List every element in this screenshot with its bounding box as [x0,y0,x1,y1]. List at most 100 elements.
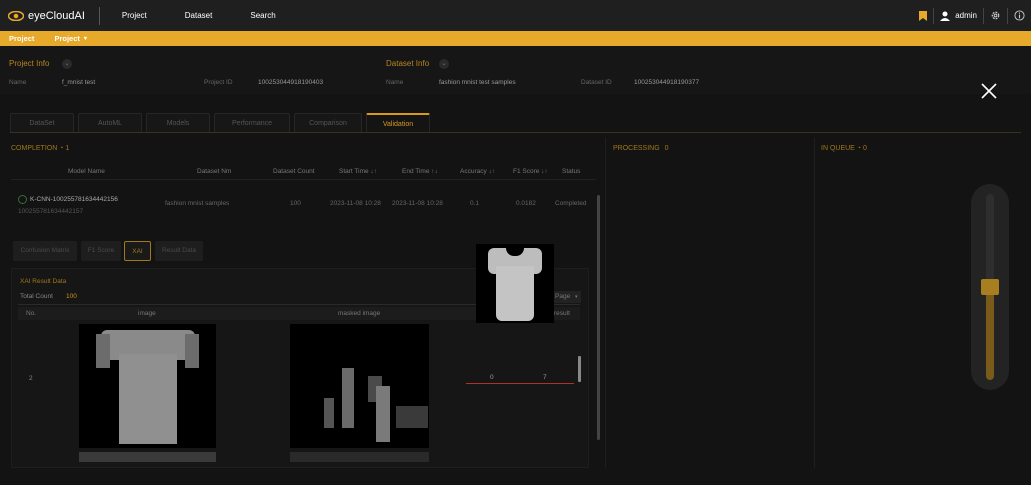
col-masked-image: masked image [338,310,381,317]
dataset-name-label: Name [386,79,404,86]
user-icon [940,11,951,21]
shirt-shape [496,266,534,321]
image-preview-popup [476,244,554,323]
col-f1-score[interactable]: F1 Score ↓↑ [513,168,548,175]
col-accuracy[interactable]: Accuracy ↓↑ [460,168,495,175]
tab-validation[interactable]: Validation [366,113,430,133]
tab-comparison[interactable]: Comparison [294,113,362,133]
app-name: eyeCloudAI [28,9,85,22]
subtab-confusion-matrix[interactable]: Confusion Matrix [13,241,77,261]
accuracy-cell: 0.1 [470,200,480,207]
f1-score-cell: 0.0182 [516,200,536,207]
divider [983,7,984,24]
mask-fragment [342,368,354,428]
breadcrumb-root[interactable]: Project [9,34,34,43]
nav-project[interactable]: Project [122,11,147,20]
completion-header: COMPLETION ◔ 1 [11,145,69,152]
start-time-cell: 2023-11-08 10:28 [330,200,381,207]
tab-performance[interactable]: Performance [214,113,290,133]
processing-label: PROCESSING [613,145,660,152]
gear-icon[interactable] [990,10,1001,21]
main-nav: Project Dataset Search [122,11,314,20]
user-name: admin [955,11,977,20]
app-logo[interactable]: eyeCloudAI [8,10,85,22]
scrollbar[interactable] [597,195,600,440]
col-no: No. [26,310,37,317]
nav-dataset[interactable]: Dataset [185,11,213,20]
dataset-id: 100253044918190377 [634,79,700,86]
subtab-xai[interactable]: XAI [124,241,151,261]
slider-fill [986,287,994,380]
col-status: Status [562,168,581,175]
col-model-name: Model Name [68,168,105,175]
shirt-shape [96,334,110,368]
mask-fragment [324,398,334,428]
end-time-cell: 2023-11-08 10:28 [392,200,443,207]
masked-image-next [290,452,429,462]
user-menu[interactable]: admin [940,11,977,21]
divider [11,179,596,180]
chevron-down-icon[interactable]: ⌄ [62,59,72,69]
mask-fragment [396,406,428,428]
tab-automl[interactable]: AutoML [78,113,142,133]
dataset-name-cell: fashion mnist samples [165,200,230,207]
chevron-down-icon[interactable]: ▾ [84,35,87,42]
divider [1007,7,1008,24]
info-icon[interactable] [1014,10,1025,21]
dataset-name: fashion mnist test samples [439,79,516,86]
completion-count: 1 [65,145,70,152]
close-icon[interactable] [980,82,998,100]
zoom-slider[interactable] [971,184,1009,390]
row-number: 2 [29,375,33,382]
col-start-time[interactable]: Start Time ↓↑ [339,168,377,175]
breadcrumb-current[interactable]: Project [54,34,79,43]
xai-title: XAI Result Data [20,278,67,285]
mask-fragment [376,386,390,442]
model-id: 100255781634442157 [18,208,84,215]
page-select-value: Page [555,293,571,300]
dataset-id-label: Dataset ID [581,79,612,86]
shirt-shape [119,354,177,444]
total-count-label: Total Count [20,293,53,300]
chevron-down-icon: ▾ [575,294,578,300]
in-queue-label: IN QUEUE [821,145,855,152]
processing-header: PROCESSING 0 [613,145,669,152]
tab-bar: DataSet AutoML Models Performance Compar… [10,113,434,133]
source-image [79,324,216,448]
bookmark-icon[interactable] [919,10,928,21]
completion-label: COMPLETION [11,145,58,152]
page-select[interactable]: Page ▾ [551,291,581,303]
clock-icon: ◔ [59,145,64,152]
col-end-time[interactable]: End Time ↑↓ [402,168,438,175]
project-name-label: Name [9,79,27,86]
tab-dataset[interactable]: DataSet [10,113,74,133]
chevron-down-icon[interactable]: ⌄ [439,59,449,69]
total-count-value: 100 [66,293,77,300]
dataset-info-title: Dataset Info [386,59,430,68]
status-cell: Completed [555,200,587,207]
masked-image [290,324,429,448]
tab-models[interactable]: Models [146,113,210,133]
top-right-controls: admin [919,0,1025,31]
subtab-f1-score[interactable]: F1 Score [81,241,121,261]
check-icon [18,195,27,204]
scrollbar[interactable] [578,356,581,382]
eye-logo-icon [8,10,24,21]
shirt-shape [185,334,199,368]
divider [98,6,100,25]
result-value-left: 0 [490,374,494,381]
col-dataset-name: Dataset Nm [197,168,232,175]
dataset-count-cell: 100 [290,200,301,207]
project-id-label: Project ID [204,79,233,86]
col-dataset-count[interactable]: Dataset Count [273,168,315,175]
divider [605,138,606,468]
nav-search[interactable]: Search [250,11,275,20]
project-id: 100253044918190403 [258,79,324,86]
source-image-next [79,452,216,462]
clock-icon: ◔ [856,145,862,152]
divider [814,138,815,468]
top-navbar: eyeCloudAI Project Dataset Search admin [0,0,1031,31]
result-value-right: 7 [543,374,547,381]
subtab-result-data[interactable]: Result Data [155,241,203,261]
slider-thumb[interactable] [981,279,999,295]
